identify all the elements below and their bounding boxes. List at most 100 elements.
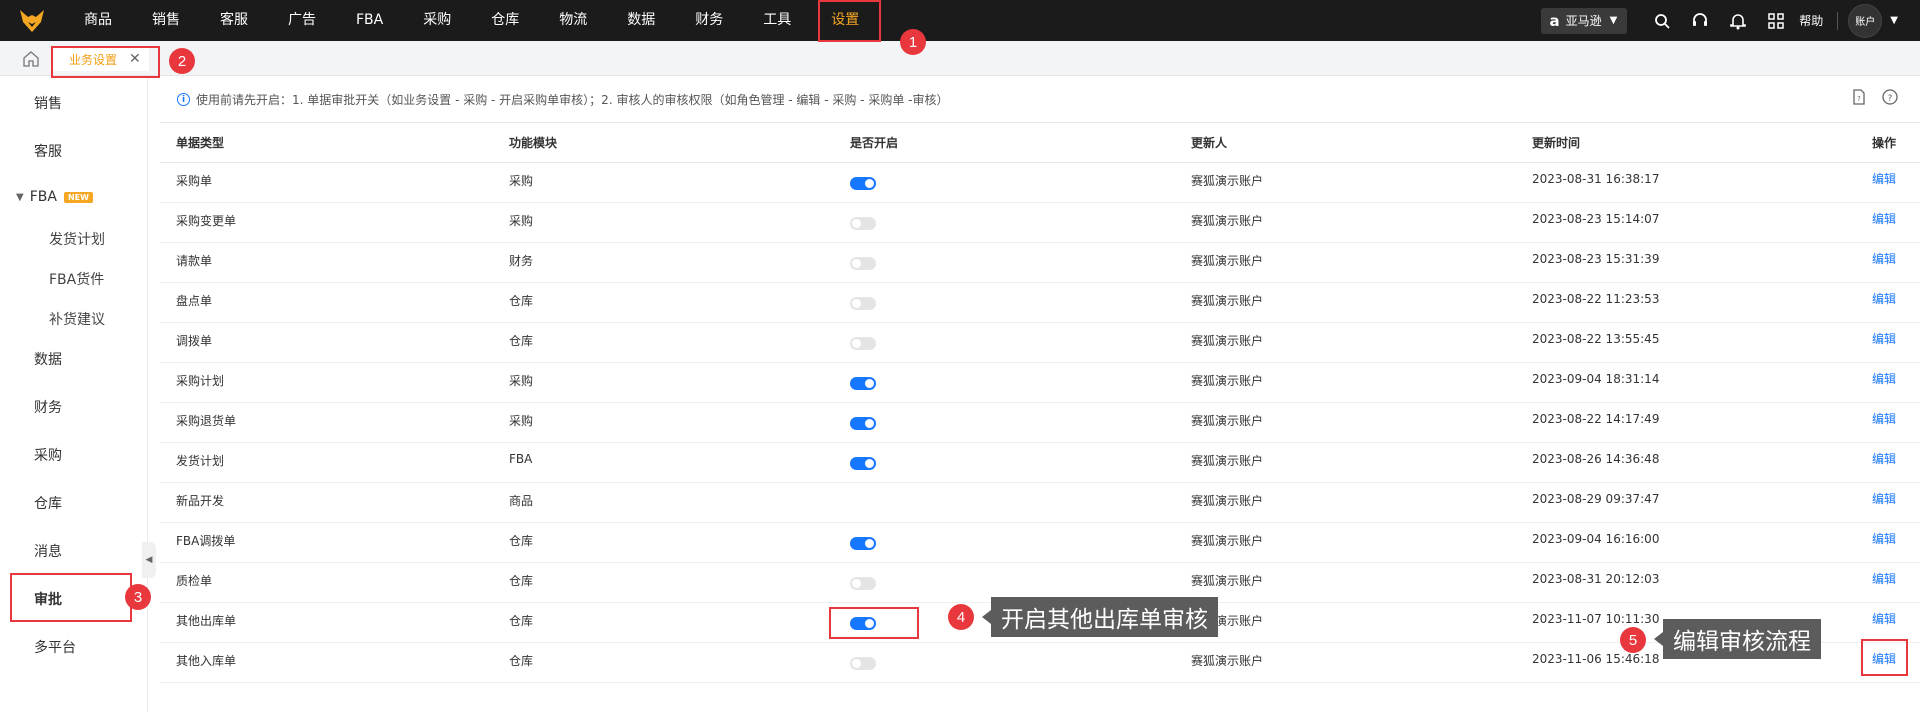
approval-toggle-switch[interactable] [850, 537, 876, 550]
column-header-type: 单据类型 [160, 122, 493, 163]
nav-item-3[interactable]: 广告 [268, 0, 336, 41]
edit-link[interactable]: 编辑 [1872, 332, 1896, 346]
approval-toggle-switch[interactable] [850, 257, 876, 270]
cell-updater: 赛狐演示账户 [1175, 282, 1516, 323]
customer-service-button[interactable] [1681, 0, 1719, 41]
document-help-icon[interactable]: ? [1850, 88, 1868, 106]
app-logo[interactable] [0, 0, 64, 41]
cell-actions: 编辑 [1856, 402, 1920, 443]
sidebar-item-4[interactable]: 消息 [34, 541, 62, 561]
nav-item-2[interactable]: 客服 [200, 0, 268, 41]
sidebar-item-3[interactable]: 仓库 [34, 493, 62, 513]
nav-item-10[interactable]: 工具 [743, 0, 811, 41]
nav-item-1[interactable]: 销售 [132, 0, 200, 41]
cell-enabled [834, 162, 1175, 203]
column-header-enabled: 是否开启 [834, 122, 1175, 163]
nav-item-8[interactable]: 数据 [607, 0, 675, 41]
account-chevron-down-icon[interactable]: ▼ [1890, 15, 1898, 26]
nav-item-5[interactable]: 采购 [403, 0, 471, 41]
nav-item-7[interactable]: 物流 [539, 0, 607, 41]
apps-button[interactable] [1757, 0, 1795, 41]
cell-updater: 赛狐演示账户 [1175, 642, 1516, 683]
edit-link[interactable]: 编辑 [1872, 372, 1896, 386]
home-icon[interactable] [22, 50, 40, 68]
cell-module: 仓库 [493, 322, 834, 363]
sidebar-item-2[interactable]: 采购 [34, 445, 62, 465]
sidebar-group-fba[interactable]: ▼ FBA NEW [16, 189, 93, 205]
edit-link[interactable]: 编辑 [1872, 212, 1896, 226]
cell-actions: 编辑 [1856, 562, 1920, 603]
approval-toggle-switch[interactable] [850, 417, 876, 430]
edit-link[interactable]: 编辑 [1872, 612, 1896, 626]
edit-link[interactable]: 编辑 [1872, 252, 1896, 266]
cell-enabled [834, 242, 1175, 283]
collapse-sidebar-handle[interactable]: ◀ [142, 542, 156, 578]
table-row: 采购变更单 采购 赛狐演示账户 2023-08-23 15:14:07 编辑 [160, 202, 1920, 243]
cell-module: 仓库 [493, 642, 834, 683]
switch-knob [852, 299, 861, 308]
step-marker-4: 4 [948, 604, 974, 630]
cell-updated-time: 2023-08-31 16:38:17 [1516, 162, 1856, 203]
headset-icon [1693, 12, 1708, 26]
cell-module: 商品 [493, 482, 834, 523]
approval-toggle-switch[interactable] [850, 217, 876, 230]
nav-item-0[interactable]: 商品 [64, 0, 132, 41]
notifications-button[interactable] [1719, 0, 1757, 41]
approval-toggle-switch[interactable] [850, 457, 876, 470]
cell-enabled [834, 362, 1175, 403]
avatar[interactable]: 账户 [1848, 3, 1883, 38]
cell-type: 质检单 [160, 562, 493, 603]
fox-logo-icon [20, 9, 44, 32]
grid-apps-icon [1768, 12, 1785, 29]
sidebar-item-customer-service[interactable]: 客服 [34, 141, 62, 161]
cell-type: 新品开发 [160, 482, 493, 523]
approval-toggle-switch[interactable] [850, 337, 876, 350]
table-header-row: 单据类型 功能模块 是否开启 更新人 更新时间 操作 [160, 122, 1920, 163]
sidebar-group-label: FBA [29, 189, 57, 205]
sidebar-item-6[interactable]: 多平台 [34, 637, 76, 657]
approval-toggle-switch[interactable] [850, 577, 876, 590]
nav-item-9[interactable]: 财务 [675, 0, 743, 41]
help-link[interactable]: 帮助 [1799, 12, 1823, 29]
cell-actions: 编辑 [1856, 602, 1920, 643]
edit-link[interactable]: 编辑 [1872, 412, 1896, 426]
question-icon[interactable]: ? [1881, 88, 1899, 106]
edit-link[interactable]: 编辑 [1872, 452, 1896, 466]
notice-text: 使用前请先开启：1. 单据审批开关（如业务设置 - 采购 - 开启采购单审核）；… [196, 93, 949, 107]
search-button[interactable] [1643, 0, 1681, 41]
edit-link[interactable]: 编辑 [1872, 572, 1896, 586]
approval-toggle-switch[interactable] [850, 377, 876, 390]
edit-link[interactable]: 编辑 [1872, 172, 1896, 186]
cell-enabled [834, 322, 1175, 363]
cell-module: 仓库 [493, 562, 834, 603]
column-header-updater: 更新人 [1175, 122, 1516, 163]
cell-actions: 编辑 [1856, 482, 1920, 523]
step-marker-3: 3 [125, 584, 151, 610]
sidebar-item-0[interactable]: 数据 [34, 349, 62, 369]
cell-updated-time: 2023-08-22 13:55:45 [1516, 322, 1856, 363]
highlight-settings-menu [818, 0, 881, 42]
approval-toggle-switch[interactable] [850, 297, 876, 310]
edit-link[interactable]: 编辑 [1872, 492, 1896, 506]
edit-link[interactable]: 编辑 [1872, 532, 1896, 546]
store-switcher[interactable]: a 亚马逊 ▼ [1541, 7, 1628, 34]
edit-link[interactable]: 编辑 [1872, 292, 1896, 306]
sidebar-subitem-0[interactable]: 发货计划 [49, 229, 105, 249]
sidebar-subitem-1[interactable]: FBA货件 [49, 269, 104, 289]
cell-enabled [834, 202, 1175, 243]
table-row: 新品开发 商品 赛狐演示账户 2023-08-29 09:37:47 编辑 [160, 482, 1920, 523]
cell-actions: 编辑 [1856, 202, 1920, 243]
sidebar-subitem-2[interactable]: 补货建议 [49, 309, 105, 329]
highlight-business-settings-tab [51, 46, 160, 78]
cell-updater: 赛狐演示账户 [1175, 162, 1516, 203]
approval-toggle-switch[interactable] [850, 177, 876, 190]
approval-toggle-switch[interactable] [850, 657, 876, 670]
cell-actions: 编辑 [1856, 242, 1920, 283]
sidebar-item-1[interactable]: 财务 [34, 397, 62, 417]
switch-knob [865, 419, 874, 428]
nav-item-6[interactable]: 仓库 [471, 0, 539, 41]
nav-item-4[interactable]: FBA [336, 0, 403, 41]
cell-module: 采购 [493, 202, 834, 243]
sidebar-item-sales[interactable]: 销售 [34, 93, 62, 113]
switch-knob [865, 459, 874, 468]
